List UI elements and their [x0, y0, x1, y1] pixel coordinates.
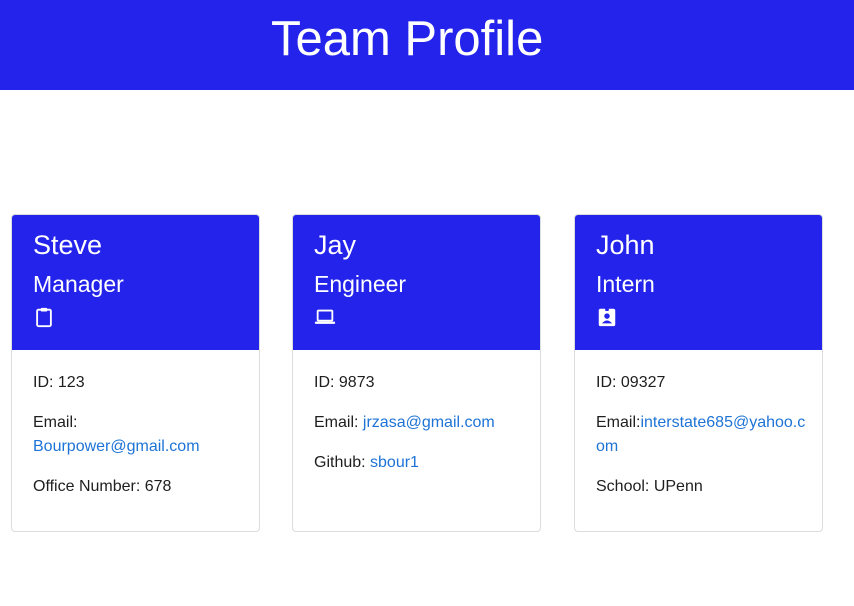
card-body: ID: 123 Email: Bourpower@gmail.com Offic… — [33, 371, 243, 515]
card-body: ID: 09327 Email:interstate685@yahoo.com … — [596, 371, 806, 515]
laptop-icon — [314, 309, 336, 324]
employee-card-manager: Steve Manager ID: 123 Email: Bourpower@g… — [11, 214, 260, 532]
employee-role: Engineer — [314, 271, 407, 297]
id-value: 9873 — [338, 374, 375, 391]
badge-icon — [598, 307, 616, 327]
github-row: Github: sbour1 — [314, 454, 419, 471]
office-number-value: 678 — [144, 478, 172, 495]
id-value: 09327 — [620, 374, 666, 391]
card-header: John Intern — [575, 215, 822, 350]
github-link[interactable]: sbour1 — [370, 454, 419, 471]
employee-role: Intern — [596, 271, 655, 297]
school-value: UPenn — [653, 478, 703, 495]
employee-name: Steve — [33, 230, 103, 260]
id-value: 123 — [57, 374, 85, 391]
email-row: Email:interstate685@yahoo.com — [596, 414, 806, 455]
employee-role: Manager — [33, 271, 124, 297]
email-row: Email: jrzasa@gmail.com — [314, 414, 495, 431]
school-row: School: UPenn — [596, 478, 703, 495]
employee-card-engineer: Jay Engineer ID: 9873 Email: jrzasa@gmai… — [292, 214, 541, 532]
employee-name: Jay — [314, 230, 357, 260]
office-number-row: Office Number: 678 — [33, 478, 172, 495]
clipboard-icon — [36, 307, 52, 328]
id-row: ID: 09327 — [596, 374, 666, 391]
email-row: Email: Bourpower@gmail.com — [33, 414, 200, 455]
card-body: ID: 9873 Email: jrzasa@gmail.com Github:… — [314, 371, 524, 491]
page-header: Team Profile — [0, 0, 854, 90]
id-row: ID: 123 — [33, 374, 85, 391]
card-header: Steve Manager — [12, 215, 259, 350]
employee-name: John — [596, 230, 655, 260]
id-row: ID: 9873 — [314, 374, 375, 391]
page-title: Team Profile — [271, 12, 544, 66]
email-link[interactable]: Bourpower@gmail.com — [33, 438, 200, 455]
email-link[interactable]: jrzasa@gmail.com — [363, 414, 495, 431]
card-header: Jay Engineer — [293, 215, 540, 350]
employee-card-intern: John Intern ID: 09327 Email:interstate68… — [574, 214, 823, 532]
